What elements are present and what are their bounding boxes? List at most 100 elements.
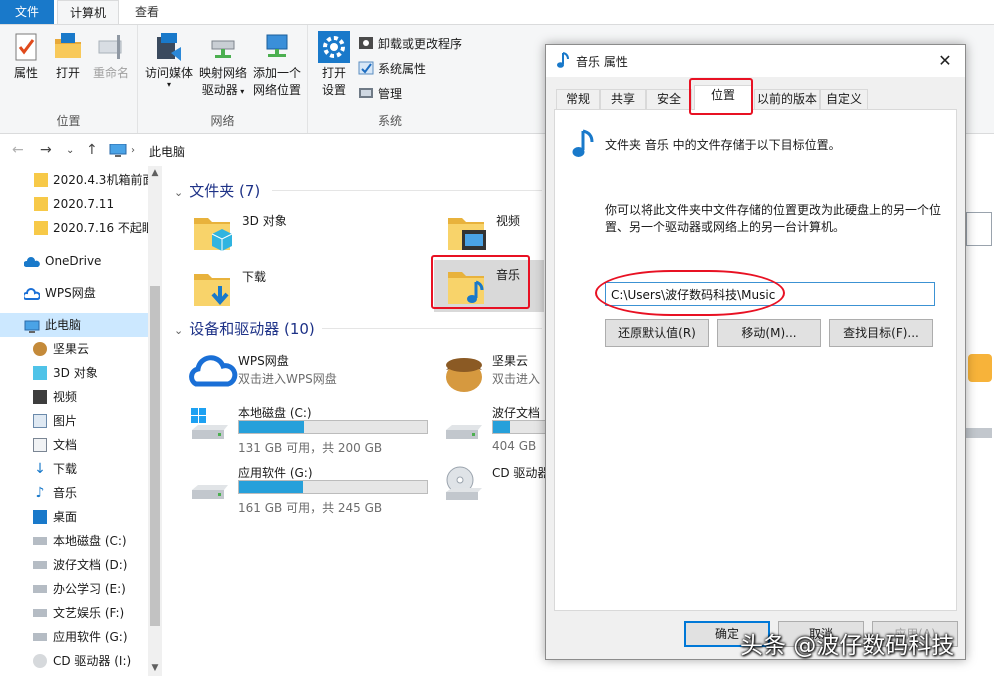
drive-icon xyxy=(442,402,486,446)
map-network-drive-button[interactable]: 映射网络 驱动器 ▾ xyxy=(196,31,250,100)
device-tile-cd-drive[interactable]: CD 驱动器 xyxy=(436,458,549,510)
section-divider xyxy=(272,190,542,191)
drive-icon xyxy=(33,633,47,641)
location-panel: 文件夹 音乐 中的文件存储于以下目标位置。 你可以将此文件夹中文件存储的位置更改… xyxy=(554,109,957,611)
tab-previous-versions[interactable]: 以前的版本 xyxy=(754,89,820,109)
devices-section-header[interactable]: ⌄ 设备和驱动器 (10) xyxy=(174,318,315,339)
location-tab-highlight xyxy=(689,78,753,115)
drive-icon xyxy=(188,462,232,506)
ribbon-group-network: 访问媒体 ▾ 映射网络 驱动器 ▾ 添加一个 网络位置 网络 xyxy=(138,25,308,133)
folders-section-header[interactable]: ⌄ 文件夹 (7) xyxy=(174,180,260,201)
nav-scrollbar[interactable]: ▲ ▼ xyxy=(148,166,162,676)
drive-icon xyxy=(966,428,992,438)
restore-default-button[interactable]: 还原默认值(R) xyxy=(605,319,709,347)
properties-button[interactable]: 属性 xyxy=(6,31,46,82)
back-arrow-icon[interactable]: ← xyxy=(12,142,24,158)
up-arrow-icon[interactable]: ↑ xyxy=(86,142,98,158)
drive-icon xyxy=(33,537,47,545)
open-settings-button[interactable]: 打开 设置 xyxy=(314,31,354,99)
scroll-down-icon[interactable]: ▼ xyxy=(150,663,160,673)
forward-arrow-icon[interactable]: → xyxy=(40,142,52,158)
nav-item-3d-objects[interactable]: 3D 对象 xyxy=(0,361,148,385)
nav-item-folder-3[interactable]: 2020.7.16 不起眼 xyxy=(0,216,148,240)
drive-g-usage-fill xyxy=(239,481,304,493)
rename-button[interactable]: 重命名 xyxy=(90,31,132,82)
path-highlight-oval xyxy=(595,270,785,316)
drive-g-usage-bar xyxy=(238,480,428,494)
properties-dialog: 音乐 属性 ✕ 常规 共享 安全 位置 以前的版本 自定义 文件夹 音乐 中的文… xyxy=(545,44,966,660)
folder-tile-videos[interactable]: 视频 xyxy=(440,206,540,258)
this-pc-icon xyxy=(109,143,127,158)
folder-icon xyxy=(34,197,48,211)
nav-item-downloads[interactable]: ↓ 下载 xyxy=(0,457,148,481)
nav-item-pictures[interactable]: 图片 xyxy=(0,409,148,433)
tab-computer[interactable]: 计算机 xyxy=(57,0,119,25)
uninstall-programs-button[interactable]: 卸载或更改程序 xyxy=(358,33,462,55)
nav-item-drive-c[interactable]: 本地磁盘 (C:) xyxy=(0,529,148,553)
recent-chevron-down-icon[interactable]: ⌄ xyxy=(66,145,74,156)
nav-item-videos[interactable]: 视频 xyxy=(0,385,148,409)
downloads-folder-icon xyxy=(192,266,236,310)
tab-general[interactable]: 常规 xyxy=(556,89,600,109)
chevron-down-icon: ⌄ xyxy=(174,324,184,337)
access-media-button[interactable]: 访问媒体 ▾ xyxy=(142,31,196,89)
address-field[interactable]: › 此电脑 xyxy=(104,140,544,162)
rename-icon xyxy=(95,31,127,63)
ribbon-group-system: 打开 设置 卸载或更改程序 系统属性 管理 系统 xyxy=(308,25,472,133)
system-properties-button[interactable]: 系统属性 xyxy=(358,58,426,80)
device-tile-drive-g[interactable]: 应用软件 (G:) 161 GB 可用，共 245 GB xyxy=(182,458,442,515)
nav-item-this-pc[interactable]: 此电脑 xyxy=(0,313,148,337)
folder-tile-3d-objects[interactable]: 3D 对象 xyxy=(186,206,416,258)
uninstall-icon xyxy=(358,35,374,51)
nav-item-desktop[interactable]: 桌面 xyxy=(0,505,148,529)
3d-objects-folder-icon xyxy=(192,210,236,254)
close-icon[interactable]: ✕ xyxy=(933,49,957,73)
breadcrumb-separator-icon: › xyxy=(131,145,135,156)
picture-icon xyxy=(33,414,47,428)
nav-item-drive-g[interactable]: 应用软件 (G:) xyxy=(0,625,148,649)
scroll-up-icon[interactable]: ▲ xyxy=(150,168,160,178)
nav-item-jianguoyun[interactable]: 坚果云 xyxy=(0,337,148,361)
drive-c-usage-bar xyxy=(238,420,428,434)
desktop-icon xyxy=(33,510,47,524)
manage-button[interactable]: 管理 xyxy=(358,83,402,105)
nav-item-wps[interactable]: WPS网盘 xyxy=(0,281,148,305)
nav-item-folder-2[interactable]: 2020.7.11 xyxy=(0,192,148,216)
nav-item-music[interactable]: ♪ 音乐 xyxy=(0,481,148,505)
dialog-titlebar[interactable]: 音乐 属性 ✕ xyxy=(546,45,965,77)
open-button[interactable]: 打开 xyxy=(50,31,86,82)
nav-item-documents[interactable]: 文档 xyxy=(0,433,148,457)
tab-customize[interactable]: 自定义 xyxy=(820,89,868,109)
device-tile-drive-d[interactable]: 波仔文档 404 GB xyxy=(436,398,552,453)
nav-item-drive-d[interactable]: 波仔文档 (D:) xyxy=(0,553,148,577)
add-network-location-button[interactable]: 添加一个 网络位置 xyxy=(250,31,304,99)
manage-icon xyxy=(358,85,374,101)
device-tile-wps[interactable]: WPS网盘 双击进入WPS网盘 xyxy=(182,346,422,398)
breadcrumb[interactable]: 此电脑 xyxy=(149,142,185,162)
group-label-network: 网络 xyxy=(210,114,235,128)
nav-item-drive-f[interactable]: 文艺娱乐 (F:) xyxy=(0,601,148,625)
app-icon xyxy=(968,354,992,382)
nav-item-cd-drive[interactable]: CD 驱动器 (I:) xyxy=(0,649,148,673)
device-tile-drive-c[interactable]: 本地磁盘 (C:) 131 GB 可用，共 200 GB xyxy=(182,398,442,455)
music-note-icon xyxy=(571,128,595,160)
cube-icon xyxy=(33,366,47,380)
settings-gear-icon xyxy=(318,31,350,63)
tab-file[interactable]: 文件 xyxy=(0,0,54,24)
nav-item-onedrive[interactable]: OneDrive xyxy=(0,249,148,273)
drive-d-usage-bar xyxy=(492,420,552,434)
move-button[interactable]: 移动(M)... xyxy=(717,319,821,347)
device-tile-jianguoyun[interactable]: 坚果云 双击进入 xyxy=(436,346,546,398)
nav-item-folder-1[interactable]: 2020.4.3机箱前面 xyxy=(0,168,148,192)
find-target-button[interactable]: 查找目标(F)... xyxy=(829,319,933,347)
windows-drive-icon xyxy=(188,402,232,446)
tab-security[interactable]: 安全 xyxy=(646,89,692,109)
folder-tile-downloads[interactable]: 下载 xyxy=(186,262,416,314)
watermark: 头条 @波仔数码科技 xyxy=(740,633,955,659)
tab-sharing[interactable]: 共享 xyxy=(600,89,646,109)
tab-view[interactable]: 查看 xyxy=(124,0,170,24)
media-icon xyxy=(153,31,185,63)
scroll-thumb[interactable] xyxy=(150,286,160,626)
network-drive-icon xyxy=(207,31,239,63)
nav-item-drive-e[interactable]: 办公学习 (E:) xyxy=(0,577,148,601)
